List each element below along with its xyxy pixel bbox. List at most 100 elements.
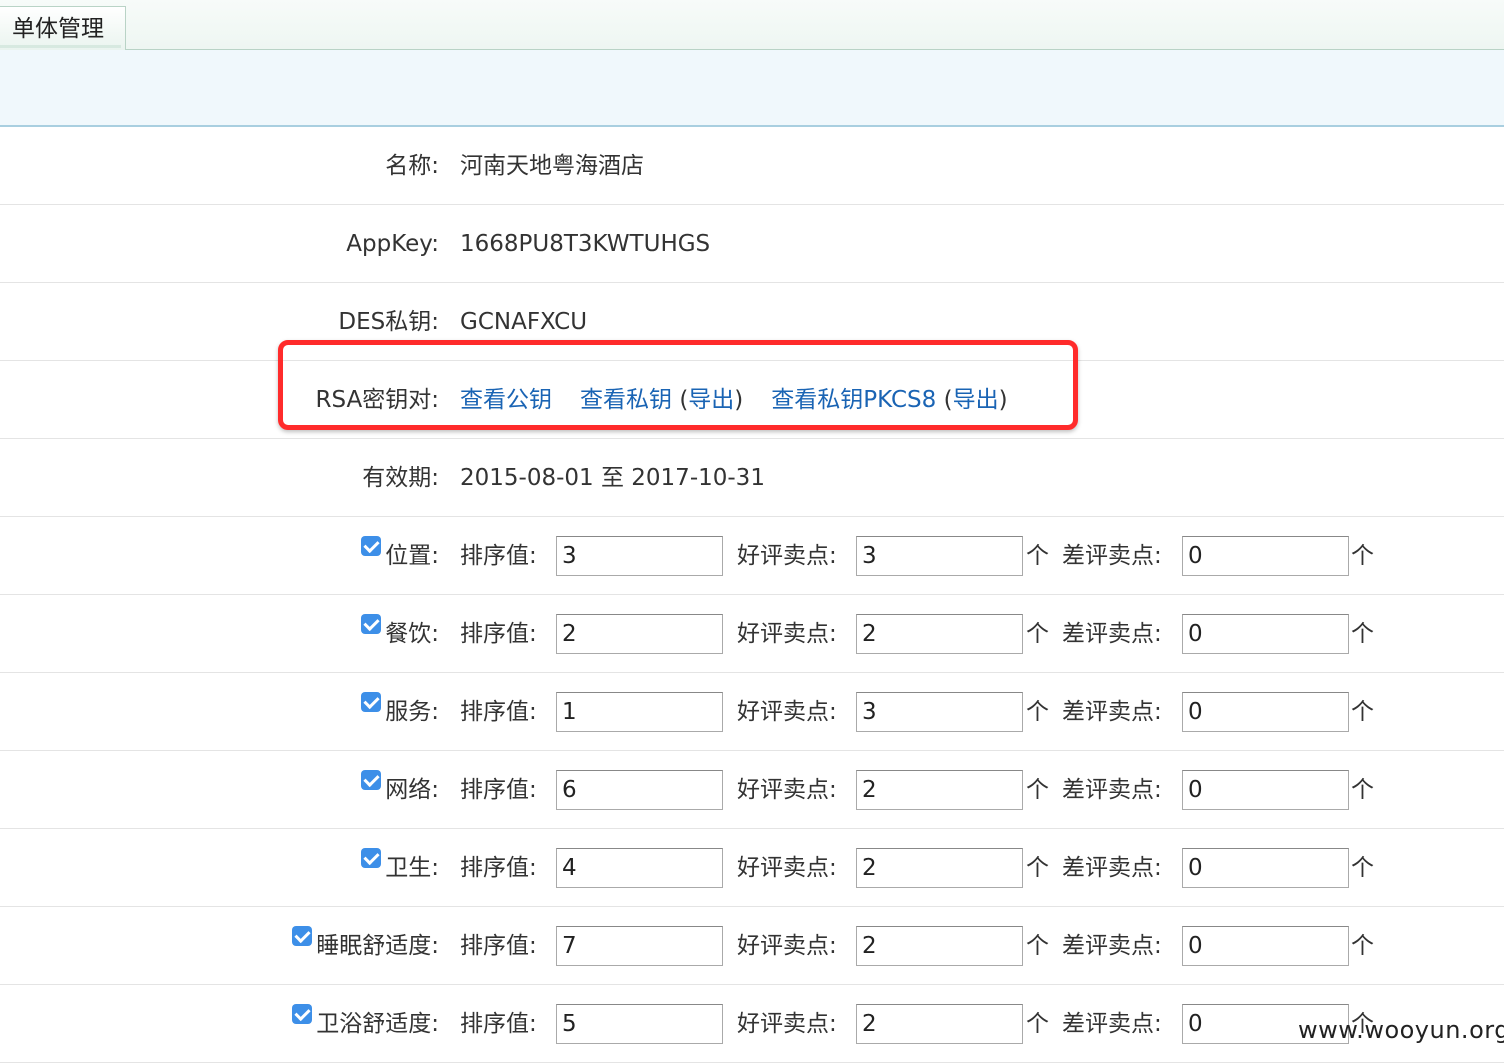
good-points-input[interactable]: 2: [856, 848, 1023, 888]
sort-input[interactable]: 3: [556, 536, 723, 576]
good-points-input[interactable]: 3: [856, 692, 1023, 732]
criteria-label: 餐饮:: [361, 595, 439, 673]
sort-input[interactable]: 1: [556, 692, 723, 732]
criteria-name: 卫浴舒适度:: [316, 1011, 439, 1037]
tab-bar: 单体管理: [0, 0, 1504, 50]
criteria-checkbox[interactable]: [361, 848, 382, 868]
good-points-label: 好评卖点:: [737, 933, 837, 959]
bad-points-label: 差评卖点:: [1062, 777, 1162, 803]
row-validity: 有效期: 2015-08-01 至 2017-10-31: [0, 439, 1504, 517]
appkey-label: AppKey:: [346, 231, 439, 257]
rsa-links: 查看公钥 查看私钥 (导出) 查看私钥PKCS8 (导出): [460, 387, 1008, 413]
good-unit: 个: [1026, 699, 1049, 725]
view-public-key-link[interactable]: 查看公钥: [460, 387, 552, 413]
bad-points-input[interactable]: 0: [1182, 770, 1349, 810]
good-unit: 个: [1026, 933, 1049, 959]
criteria-name: 服务:: [385, 699, 439, 725]
good-points-label: 好评卖点:: [737, 621, 837, 647]
watermark: www.wooyun.org: [1298, 1016, 1504, 1044]
bad-points-input[interactable]: 0: [1182, 536, 1349, 576]
criteria-row: 餐饮: 排序值: 2 好评卖点: 2 个差评卖点: 0 个: [0, 595, 1504, 673]
good-points-input[interactable]: 2: [856, 770, 1023, 810]
bad-points-label: 差评卖点:: [1062, 933, 1162, 959]
toolbar-area: [0, 50, 1504, 127]
tab-unit-management[interactable]: 单体管理: [0, 6, 126, 50]
bad-unit: 个: [1351, 855, 1374, 881]
good-unit: 个: [1026, 855, 1049, 881]
bad-points-label: 差评卖点:: [1062, 543, 1162, 569]
row-name: 名称: 河南天地粤海酒店: [0, 127, 1504, 205]
bad-points-label: 差评卖点:: [1062, 699, 1162, 725]
bad-unit: 个: [1351, 543, 1374, 569]
good-points-label: 好评卖点:: [737, 543, 837, 569]
good-points-label: 好评卖点:: [737, 855, 837, 881]
bad-points-input[interactable]: 0: [1182, 926, 1349, 966]
name-label: 名称:: [385, 153, 439, 179]
criteria-checkbox[interactable]: [292, 926, 313, 946]
validity-value: 2015-08-01 至 2017-10-31: [460, 465, 765, 491]
name-value: 河南天地粤海酒店: [460, 153, 644, 179]
criteria-name: 卫生:: [385, 855, 439, 881]
sort-label: 排序值:: [460, 777, 537, 803]
good-unit: 个: [1026, 1011, 1049, 1037]
criteria-checkbox[interactable]: [361, 536, 382, 556]
criteria-checkbox[interactable]: [292, 1004, 313, 1024]
validity-label: 有效期:: [362, 465, 439, 491]
sort-input[interactable]: 2: [556, 614, 723, 654]
export-pkcs8-key-link[interactable]: 导出: [953, 387, 999, 413]
sort-input[interactable]: 4: [556, 848, 723, 888]
criteria-name: 睡眠舒适度:: [316, 933, 439, 959]
row-rsa-keypair: RSA密钥对: 查看公钥 查看私钥 (导出) 查看私钥PKCS8 (导出): [0, 361, 1504, 439]
sort-input[interactable]: 7: [556, 926, 723, 966]
good-points-input[interactable]: 2: [856, 614, 1023, 654]
bad-points-input[interactable]: 0: [1182, 692, 1349, 732]
good-unit: 个: [1026, 621, 1049, 647]
bad-points-input[interactable]: 0: [1182, 614, 1349, 654]
criteria-name: 餐饮:: [385, 621, 439, 647]
row-appkey: AppKey: 1668PU8T3KWTUHGS: [0, 205, 1504, 283]
good-points-input[interactable]: 2: [856, 926, 1023, 966]
sort-label: 排序值:: [460, 621, 537, 647]
sort-label: 排序值:: [460, 699, 537, 725]
criteria-checkbox[interactable]: [361, 770, 382, 790]
good-points-label: 好评卖点:: [737, 1011, 837, 1037]
criteria-row: 卫浴舒适度: 排序值: 5 好评卖点: 2 个差评卖点: 0 个: [0, 985, 1504, 1063]
good-unit: 个: [1026, 543, 1049, 569]
sort-input[interactable]: 6: [556, 770, 723, 810]
criteria-label: 睡眠舒适度:: [292, 907, 439, 985]
bad-points-input[interactable]: 0: [1182, 848, 1349, 888]
sort-input[interactable]: 5: [556, 1004, 723, 1044]
des-key-value: GCNAFXCU: [460, 309, 588, 335]
criteria-checkbox[interactable]: [361, 692, 382, 712]
bad-points-label: 差评卖点:: [1062, 621, 1162, 647]
criteria-label: 位置:: [361, 517, 439, 595]
sort-label: 排序值:: [460, 855, 537, 881]
des-key-label: DES私钥:: [338, 309, 439, 335]
row-des-key: DES私钥: GCNAFXCU: [0, 283, 1504, 361]
criteria-name: 位置:: [385, 543, 439, 569]
criteria-checkbox[interactable]: [361, 614, 382, 634]
view-private-key-link[interactable]: 查看私钥: [580, 387, 672, 413]
criteria-row: 服务: 排序值: 1 好评卖点: 3 个差评卖点: 0 个: [0, 673, 1504, 751]
criteria-label: 卫生:: [361, 829, 439, 907]
criteria-label: 服务:: [361, 673, 439, 751]
criteria-row: 网络: 排序值: 6 好评卖点: 2 个差评卖点: 0 个: [0, 751, 1504, 829]
good-points-label: 好评卖点:: [737, 699, 837, 725]
rsa-keypair-label: RSA密钥对:: [315, 387, 440, 413]
view-pkcs8-key-link[interactable]: 查看私钥PKCS8: [771, 387, 936, 413]
criteria-label: 卫浴舒适度:: [292, 985, 439, 1063]
sort-label: 排序值:: [460, 543, 537, 569]
criteria-name: 网络:: [385, 777, 439, 803]
criteria-row: 卫生: 排序值: 4 好评卖点: 2 个差评卖点: 0 个: [0, 829, 1504, 907]
bad-points-label: 差评卖点:: [1062, 1011, 1162, 1037]
appkey-value: 1668PU8T3KWTUHGS: [460, 231, 711, 257]
export-private-key-link[interactable]: 导出: [688, 387, 734, 413]
sort-label: 排序值:: [460, 933, 537, 959]
criteria-label: 网络:: [361, 751, 439, 829]
good-unit: 个: [1026, 777, 1049, 803]
good-points-input[interactable]: 2: [856, 1004, 1023, 1044]
sort-label: 排序值:: [460, 1011, 537, 1037]
criteria-row: 睡眠舒适度: 排序值: 7 好评卖点: 2 个差评卖点: 0 个: [0, 907, 1504, 985]
bad-unit: 个: [1351, 699, 1374, 725]
good-points-input[interactable]: 3: [856, 536, 1023, 576]
